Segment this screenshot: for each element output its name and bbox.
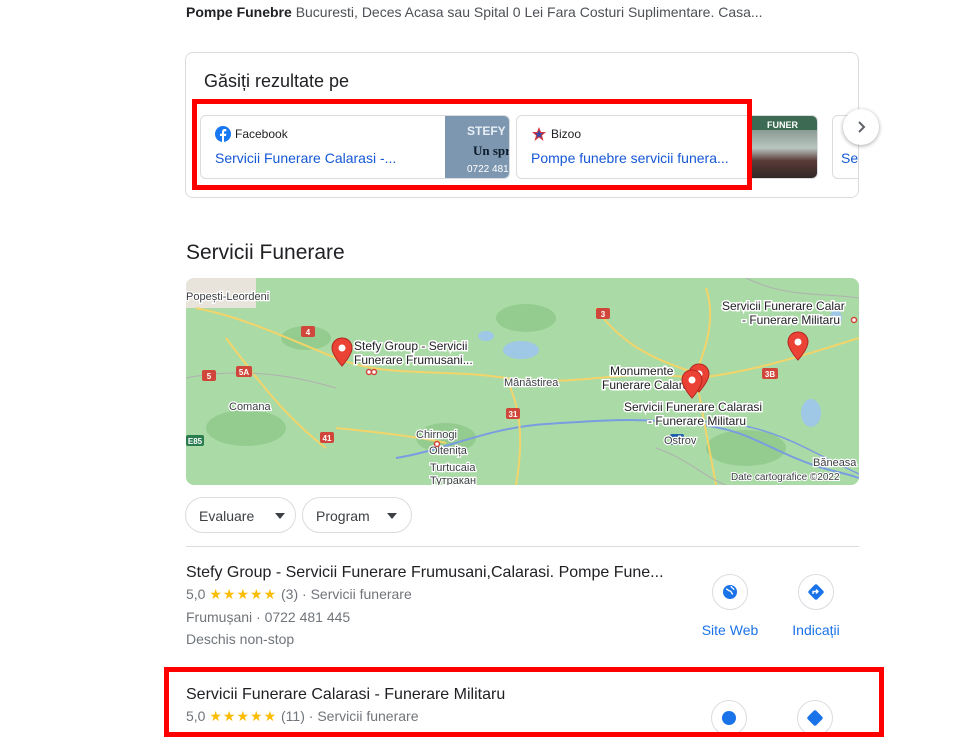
road-shield: 3 — [601, 310, 606, 319]
map-pin-label: Monumente — [610, 364, 674, 378]
map-place-label: Popești-Leordeni — [186, 291, 269, 303]
snippet-bold: Pompe Funebre — [186, 4, 292, 20]
local-result-1[interactable]: Stefy Group - Servicii Funerare Frumusan… — [186, 564, 686, 647]
section-title: Servicii Funerare — [186, 241, 345, 264]
result-category: Servicii funerare — [310, 586, 412, 602]
map-place-label: Ostrov — [664, 435, 697, 447]
map-place-label: Băneasa — [813, 457, 857, 469]
directions-label[interactable]: Indicații — [786, 622, 846, 638]
map-pin-label: Servicii Funerare Calarasi — [624, 400, 762, 414]
website-circle[interactable] — [712, 574, 748, 610]
road-shield: 3B — [765, 370, 775, 379]
filter-chip-rating[interactable]: Evaluare — [185, 497, 296, 533]
map-pin-label: Servicii Funerare Calar — [722, 299, 845, 313]
thumb-text: FUNER — [767, 120, 798, 130]
map-place-label: Comana — [229, 401, 271, 413]
star-rating: ★★★★★ — [209, 586, 278, 602]
snippet-text: Bucuresti, Deces Acasa sau Spital 0 Lei … — [295, 4, 763, 20]
result-rating-line: 5,0 ★★★★★ (3) · Servicii funerare — [186, 586, 412, 602]
chip-label: Evaluare — [199, 508, 255, 524]
road-shield: 41 — [323, 434, 332, 443]
highlight-box — [192, 99, 752, 190]
chip-label: Program — [316, 508, 370, 524]
result-hours: Deschis non-stop — [186, 631, 295, 647]
map-pin-label: Stefy Group - Servicii — [354, 339, 467, 353]
map-place-label: Turtucaia — [430, 462, 476, 474]
chevron-right-icon — [858, 121, 866, 133]
directions-icon — [808, 584, 824, 600]
map-pin-label: - Funerare Militaru — [648, 414, 746, 428]
map-place-label: Тутракан — [430, 475, 476, 485]
map-copyright: Date cartografice ©2022 — [731, 472, 840, 483]
map[interactable]: 4 5 5A E85 41 31 3 3B 71 Popești-Leorden… — [186, 278, 859, 485]
review-count: (3) — [281, 586, 299, 602]
source-link[interactable]: Ser — [841, 150, 858, 166]
directions-button[interactable]: Indicații — [786, 574, 846, 638]
highlight-box — [164, 667, 884, 737]
road-shield: E85 — [188, 437, 203, 446]
road-shield: 5 — [207, 372, 212, 381]
result-snippet: Pompe Funebre Bucuresti, Deces Acasa sau… — [186, 4, 763, 20]
source-thumbnail: FUNER — [749, 116, 817, 178]
filter-chip-hours[interactable]: Program — [302, 497, 412, 533]
rating-value: 5,0 — [186, 586, 206, 602]
map-place-label: Chirnogi — [416, 429, 457, 441]
map-place-label: Mânăstirea — [504, 377, 559, 389]
directions-circle[interactable] — [798, 574, 834, 610]
caret-down-icon — [275, 513, 285, 519]
map-pin-label: - Funerare Militaru — [742, 313, 840, 327]
map-pin-label: Funerare Frumusani... — [354, 353, 473, 367]
result-location: Frumușani · 0722 481 445 — [186, 609, 351, 625]
website-button[interactable]: Site Web — [700, 574, 760, 638]
result-title[interactable]: Stefy Group - Servicii Funerare Frumusan… — [186, 564, 686, 582]
globe-icon — [723, 585, 737, 599]
caret-down-icon — [387, 513, 397, 519]
divider — [186, 546, 859, 547]
website-label[interactable]: Site Web — [700, 622, 760, 638]
carousel-next-button[interactable] — [843, 109, 879, 145]
road-shield: 31 — [509, 410, 518, 419]
find-results-title: Găsiți rezultate pe — [204, 71, 350, 91]
road-shield: 5A — [239, 368, 249, 377]
road-shield: 4 — [306, 328, 311, 337]
map-place-label: Oltenița — [429, 445, 468, 457]
